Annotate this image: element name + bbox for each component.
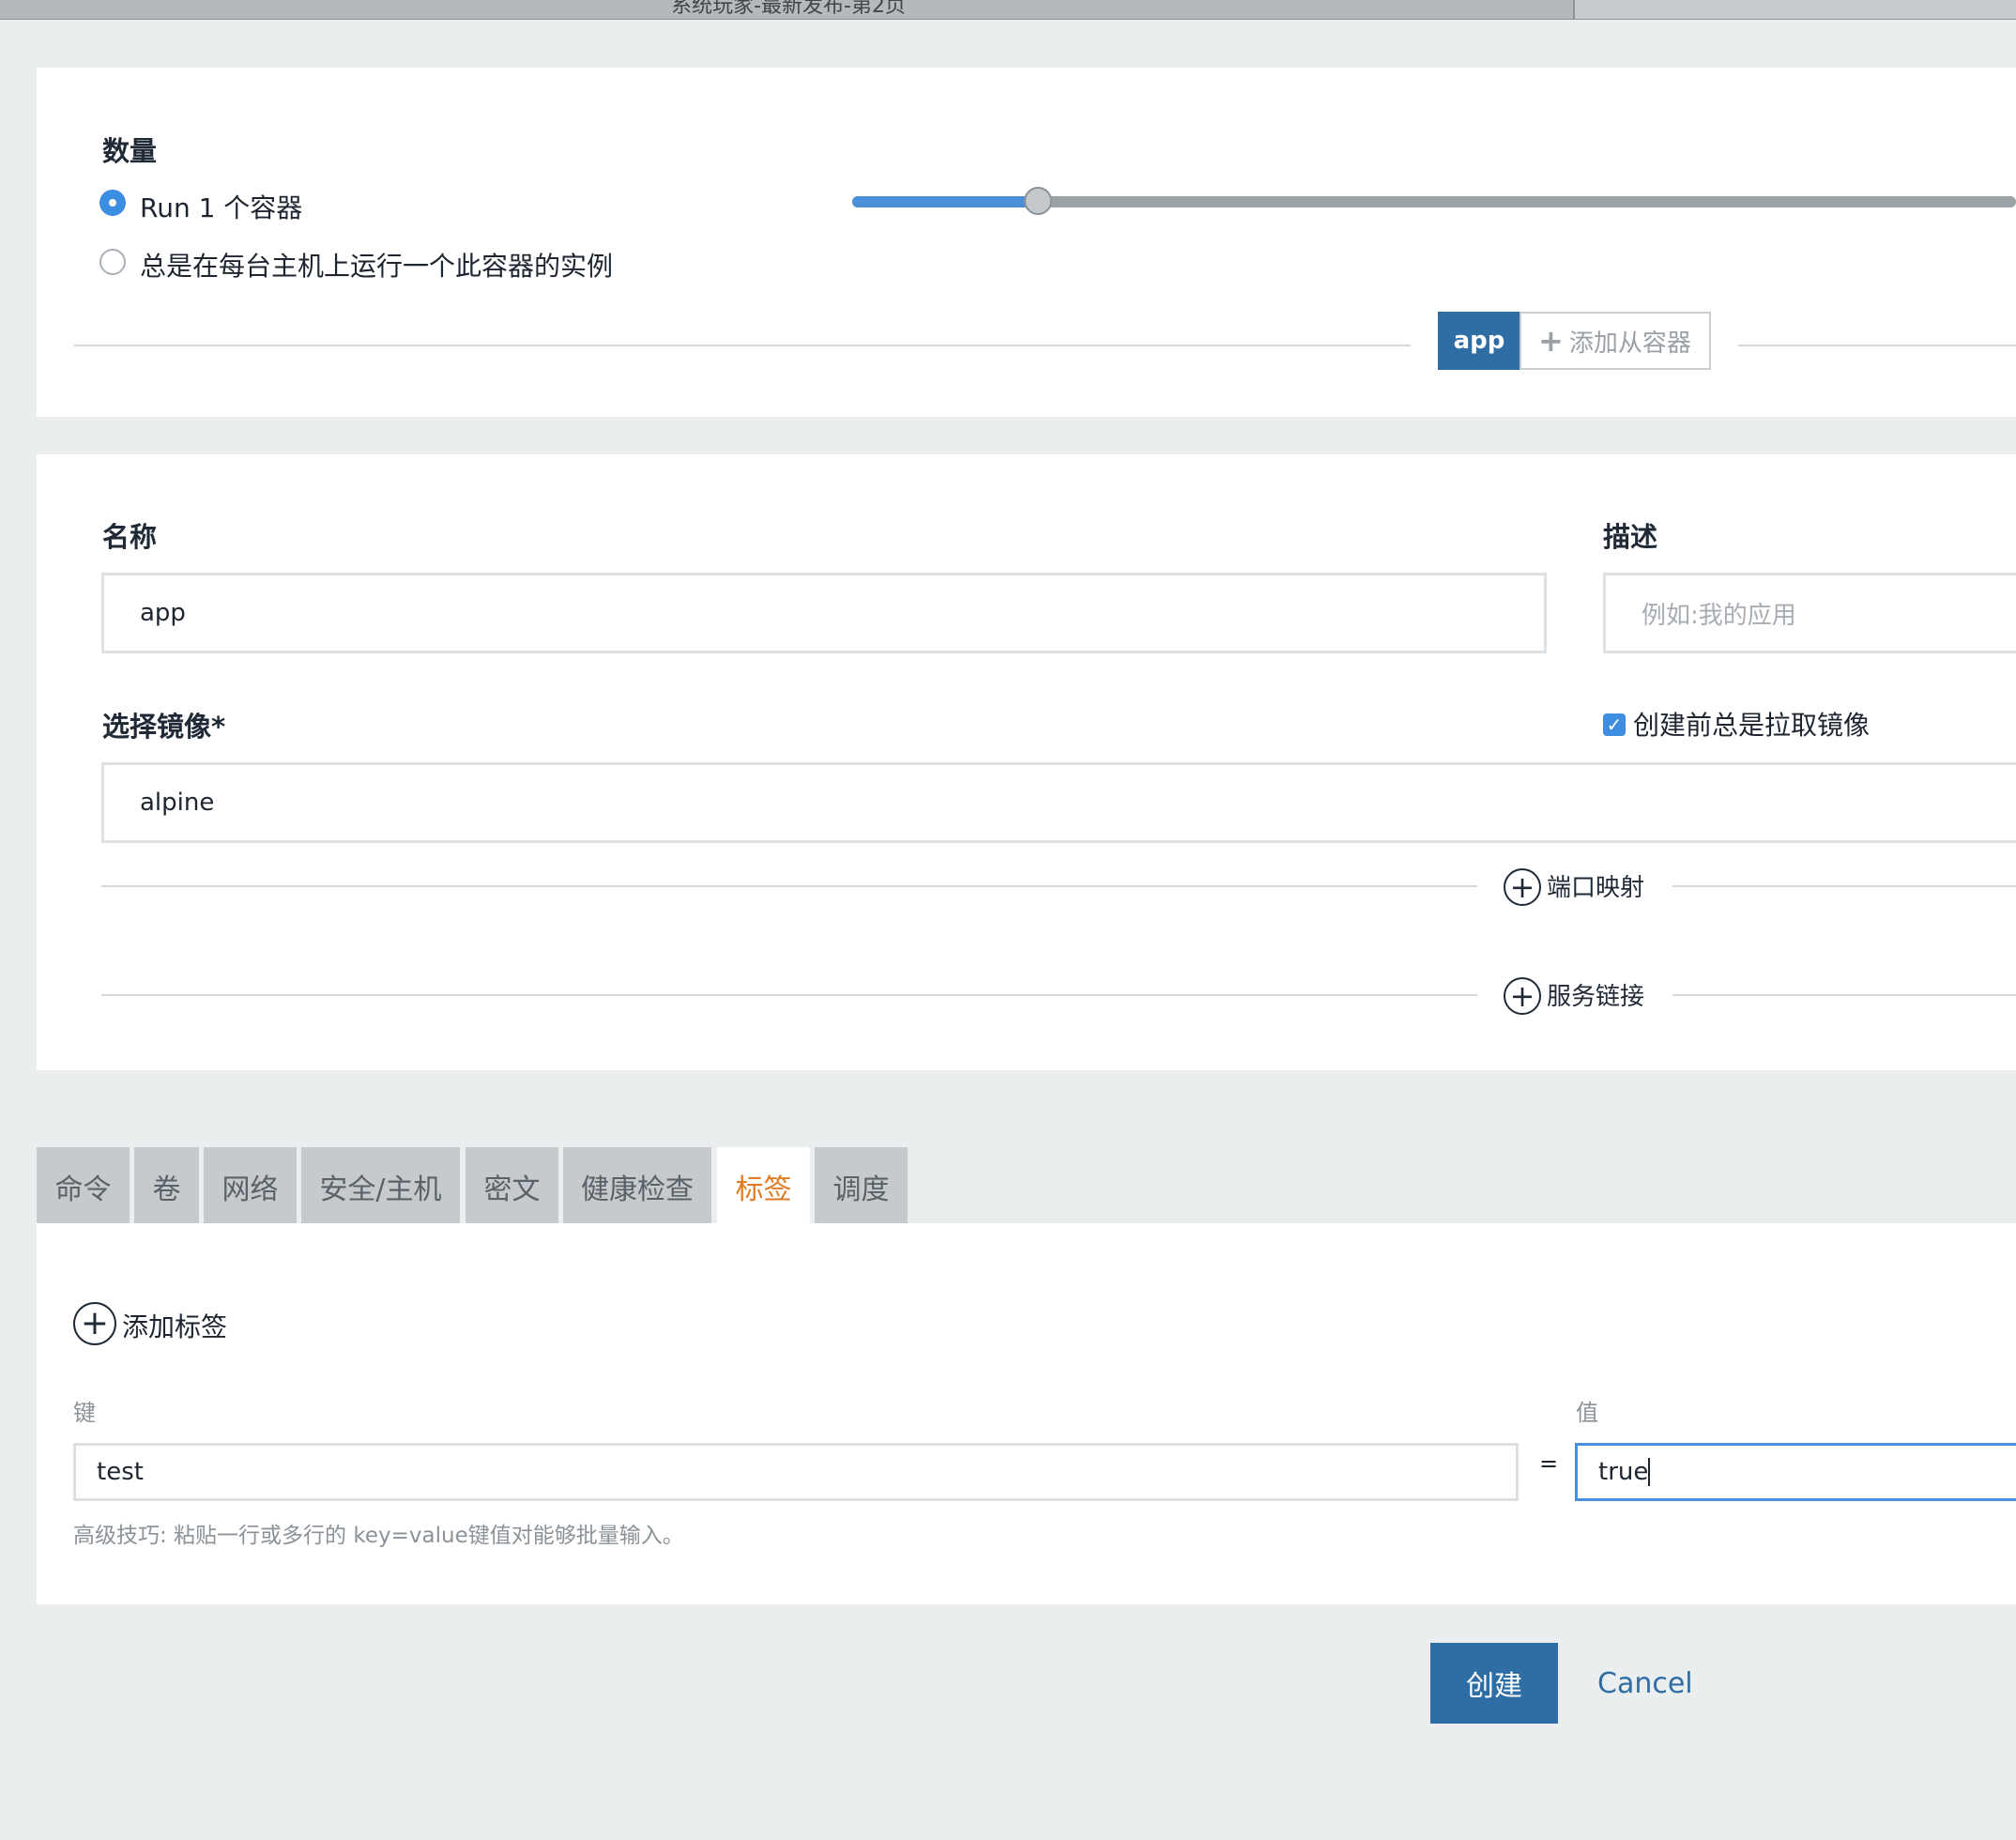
tab-health-check[interactable]: 健康检查 [563, 1147, 711, 1225]
bulk-input-hint: 高级技巧: 粘贴一行或多行的 key=value键值对能够批量输入。 [73, 1524, 684, 1548]
title-bar-right-area [1575, 0, 2016, 19]
key-column-header: 键 [73, 1400, 96, 1426]
add-label-button[interactable]: 添加标签 [122, 1307, 227, 1344]
name-label: 名称 [102, 521, 158, 553]
add-service-link-icon[interactable]: + [1504, 977, 1541, 1015]
tab-security-host[interactable]: 安全/主机 [301, 1147, 460, 1225]
scale-heading: 数量 [102, 135, 158, 167]
port-map-link[interactable]: 端口映射 [1547, 868, 1644, 903]
global-option-label: 总是在每台主机上运行一个此容器的实例 [140, 251, 614, 282]
add-sidekick-button[interactable]: + 添加从容器 [1520, 312, 1711, 370]
always-pull-checkbox[interactable]: ✓ [1603, 713, 1626, 736]
create-button[interactable]: 创建 [1430, 1643, 1558, 1724]
tab-secrets[interactable]: 密文 [466, 1147, 558, 1225]
label-value-input[interactable]: true [1575, 1443, 2016, 1501]
add-port-map-icon[interactable]: + [1504, 868, 1541, 906]
name-input[interactable]: app [101, 573, 1547, 653]
plus-icon: + [1538, 323, 1564, 359]
service-links-link[interactable]: 服务链接 [1547, 977, 1644, 1012]
tab-volumes[interactable]: 卷 [134, 1147, 199, 1225]
always-pull-label: 创建前总是拉取镜像 [1633, 710, 1871, 741]
add-sidekick-label: 添加从容器 [1568, 329, 1691, 358]
tab-scheduling[interactable]: 调度 [815, 1147, 908, 1225]
divider-line [1672, 994, 2016, 996]
label-value-text: true [1598, 1458, 1649, 1486]
value-column-header: 值 [1576, 1400, 1598, 1426]
scale-slider-fill [852, 196, 1039, 207]
label-key-input[interactable]: test [73, 1443, 1519, 1501]
global-radio[interactable] [99, 249, 126, 275]
cancel-button[interactable]: Cancel [1597, 1643, 1693, 1724]
window-title: 系统玩家-最新发布-第2页 [671, 0, 906, 18]
divider-line [1738, 345, 2016, 346]
divider-line [101, 885, 1477, 887]
image-label: 选择镜像* [102, 711, 226, 743]
image-input[interactable]: alpine [101, 762, 2016, 843]
tab-network[interactable]: 网络 [204, 1147, 297, 1225]
tab-command[interactable]: 命令 [37, 1147, 130, 1225]
run-count-radio[interactable] [99, 190, 126, 216]
add-label-icon[interactable]: + [73, 1302, 116, 1345]
description-input[interactable]: 例如:我的应用 [1603, 573, 2016, 653]
run-count-label: Run 1 个容器 [140, 192, 303, 223]
divider-line [74, 345, 1411, 346]
divider-line [101, 994, 1477, 996]
scale-panel [37, 68, 2016, 417]
divider-line [1672, 885, 2016, 887]
text-cursor [1648, 1458, 1651, 1486]
description-label: 描述 [1603, 521, 1658, 553]
equals-sign: = [1539, 1450, 1559, 1477]
container-tab-app[interactable]: app [1438, 312, 1520, 370]
tab-labels[interactable]: 标签 [717, 1147, 810, 1225]
